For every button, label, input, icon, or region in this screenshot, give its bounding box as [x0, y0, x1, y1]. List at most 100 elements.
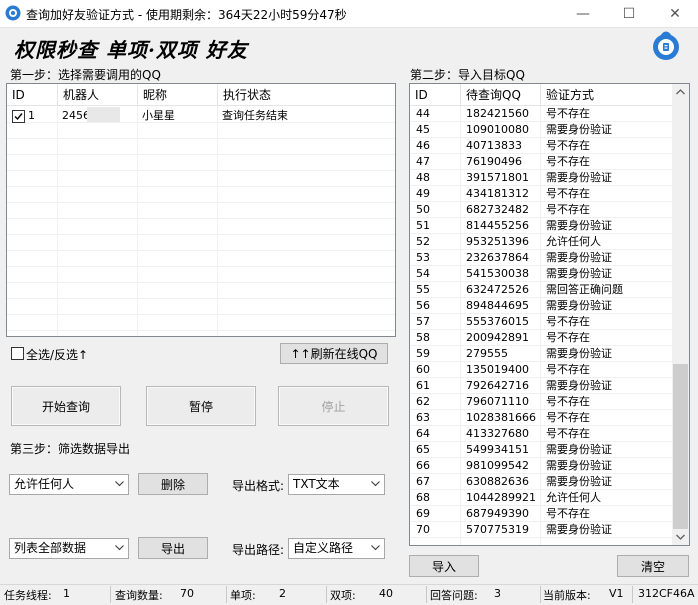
row-qq: 135019400 — [466, 363, 529, 376]
banner-title: 权限秒查 单项·双项 好友 — [14, 38, 248, 62]
grid-line — [7, 186, 395, 187]
row-qq: 630882636 — [466, 475, 529, 488]
row-id: 59 — [416, 347, 430, 360]
grid-line — [410, 537, 673, 538]
row-qq: 814455256 — [466, 219, 529, 232]
row-qq: 555376015 — [466, 315, 529, 328]
row-verify-mode: 号不存在 — [546, 155, 590, 168]
row-id: 48 — [416, 171, 430, 184]
scrollbar-thumb[interactable] — [673, 364, 688, 529]
grid-line — [410, 345, 673, 346]
export-path-label: 导出路径: — [232, 543, 285, 557]
col-status-header[interactable]: 执行状态 — [218, 84, 395, 106]
import-button[interactable]: 导入 — [409, 555, 479, 577]
export-format-select[interactable]: TXT文本 — [288, 474, 385, 495]
redaction-mask — [87, 107, 120, 122]
target-qq-list[interactable]: ID 待查询QQ 验证方式 44 182421560 号不存在 45 109010080… — [409, 83, 690, 546]
threads-value: 1 — [63, 587, 70, 600]
col-id-header[interactable]: ID — [7, 84, 58, 106]
row-qq: 894844695 — [466, 299, 529, 312]
stop-button[interactable]: 停止 — [278, 386, 389, 426]
scroll-up-icon[interactable] — [676, 89, 685, 95]
refresh-online-qq-button[interactable]: ↑↑刷新在线QQ — [280, 343, 388, 364]
grid-line — [7, 202, 395, 203]
export-button[interactable]: 导出 — [138, 537, 208, 559]
row-id: 67 — [416, 475, 430, 488]
row-id: 49 — [416, 187, 430, 200]
col-mode-header[interactable]: 验证方式 — [541, 84, 673, 106]
col-qq-header[interactable]: 待查询QQ — [461, 84, 541, 106]
grid-line — [57, 106, 58, 336]
row-verify-mode: 允许任何人 — [546, 491, 601, 504]
row-id: 56 — [416, 299, 430, 312]
row-verify-mode: 需要身份验证 — [546, 251, 612, 264]
row-id: 44 — [416, 107, 430, 120]
grid-line — [410, 409, 673, 410]
chevron-down-icon — [115, 545, 124, 551]
minimize-button[interactable]: — — [560, 0, 606, 28]
logo-icon — [653, 31, 679, 60]
export-scope-select[interactable]: 列表全部数据 — [9, 538, 129, 559]
select-all-checkbox[interactable] — [11, 347, 24, 360]
row-id: 57 — [416, 315, 430, 328]
grid-line — [410, 441, 673, 442]
row-id: 52 — [416, 235, 430, 248]
row-id: 55 — [416, 283, 430, 296]
row-verify-mode: 号不存在 — [546, 203, 590, 216]
filter-select-value: 允许任何人 — [14, 477, 75, 491]
row-id: 69 — [416, 507, 430, 520]
grid-line — [410, 393, 673, 394]
version-label: 当前版本: — [543, 589, 591, 602]
status-divider — [632, 586, 633, 603]
grid-line — [7, 282, 395, 283]
row-qq: 981099542 — [466, 459, 529, 472]
robot-list[interactable]: ID 机器人 昵称 执行状态 1 2456 小星星 查询任务结束 — [6, 83, 396, 337]
row-verify-mode: 需要身份验证 — [546, 171, 612, 184]
filter-select[interactable]: 允许任何人 — [9, 474, 129, 495]
row-qq: 40713833 — [466, 139, 522, 152]
pause-button[interactable]: 暂停 — [146, 386, 256, 426]
row-qq: 792642716 — [466, 379, 529, 392]
question-value: 3 — [494, 587, 501, 600]
clear-button[interactable]: 清空 — [617, 555, 689, 577]
row-id: 53 — [416, 251, 430, 264]
maximize-button[interactable]: ☐ — [606, 0, 652, 28]
row-checkbox[interactable] — [12, 110, 25, 123]
scroll-down-icon[interactable] — [676, 534, 685, 540]
row-qq: 413327680 — [466, 427, 529, 440]
scrollbar-vertical[interactable] — [672, 84, 689, 545]
export-format-label: 导出格式: — [232, 479, 285, 493]
start-query-button[interactable]: 开始查询 — [11, 386, 121, 426]
col-id-header[interactable]: ID — [410, 84, 461, 106]
grid-line — [7, 298, 395, 299]
export-path-select[interactable]: 自定义路径 — [288, 538, 385, 559]
row-verify-mode: 需要身份验证 — [546, 459, 612, 472]
single-label: 单项: — [230, 589, 256, 602]
grid-line — [410, 121, 673, 122]
row-verify-mode: 需要身份验证 — [546, 299, 612, 312]
close-button[interactable]: ✕ — [652, 0, 698, 28]
grid-line — [7, 138, 395, 139]
select-all-label[interactable]: 全选/反选↑ — [26, 346, 88, 363]
double-label: 双项: — [330, 589, 356, 602]
status-divider — [110, 586, 111, 603]
col-nickname-header[interactable]: 昵称 — [138, 84, 218, 106]
grid-line — [410, 313, 673, 314]
row-id: 68 — [416, 491, 430, 504]
row-id: 45 — [416, 123, 430, 136]
row-qq: 953251396 — [466, 235, 529, 248]
row-verify-mode: 需回答正确问题 — [546, 283, 623, 296]
step2-label: 第二步：导入目标QQ — [410, 68, 525, 82]
col-robot-header[interactable]: 机器人 — [58, 84, 138, 106]
delete-button[interactable]: 删除 — [138, 473, 208, 495]
grid-line — [410, 185, 673, 186]
export-scope-value: 列表全部数据 — [14, 541, 87, 555]
close-icon: ✕ — [669, 6, 681, 22]
row-verify-mode: 号不存在 — [546, 107, 590, 120]
question-label: 回答问题: — [430, 589, 478, 602]
row-verify-mode: 号不存在 — [546, 139, 590, 152]
row-id: 1 — [28, 109, 35, 122]
row-status: 查询任务结束 — [222, 109, 288, 122]
row-verify-mode: 需要身份验证 — [546, 267, 612, 280]
grid-line — [217, 106, 218, 336]
